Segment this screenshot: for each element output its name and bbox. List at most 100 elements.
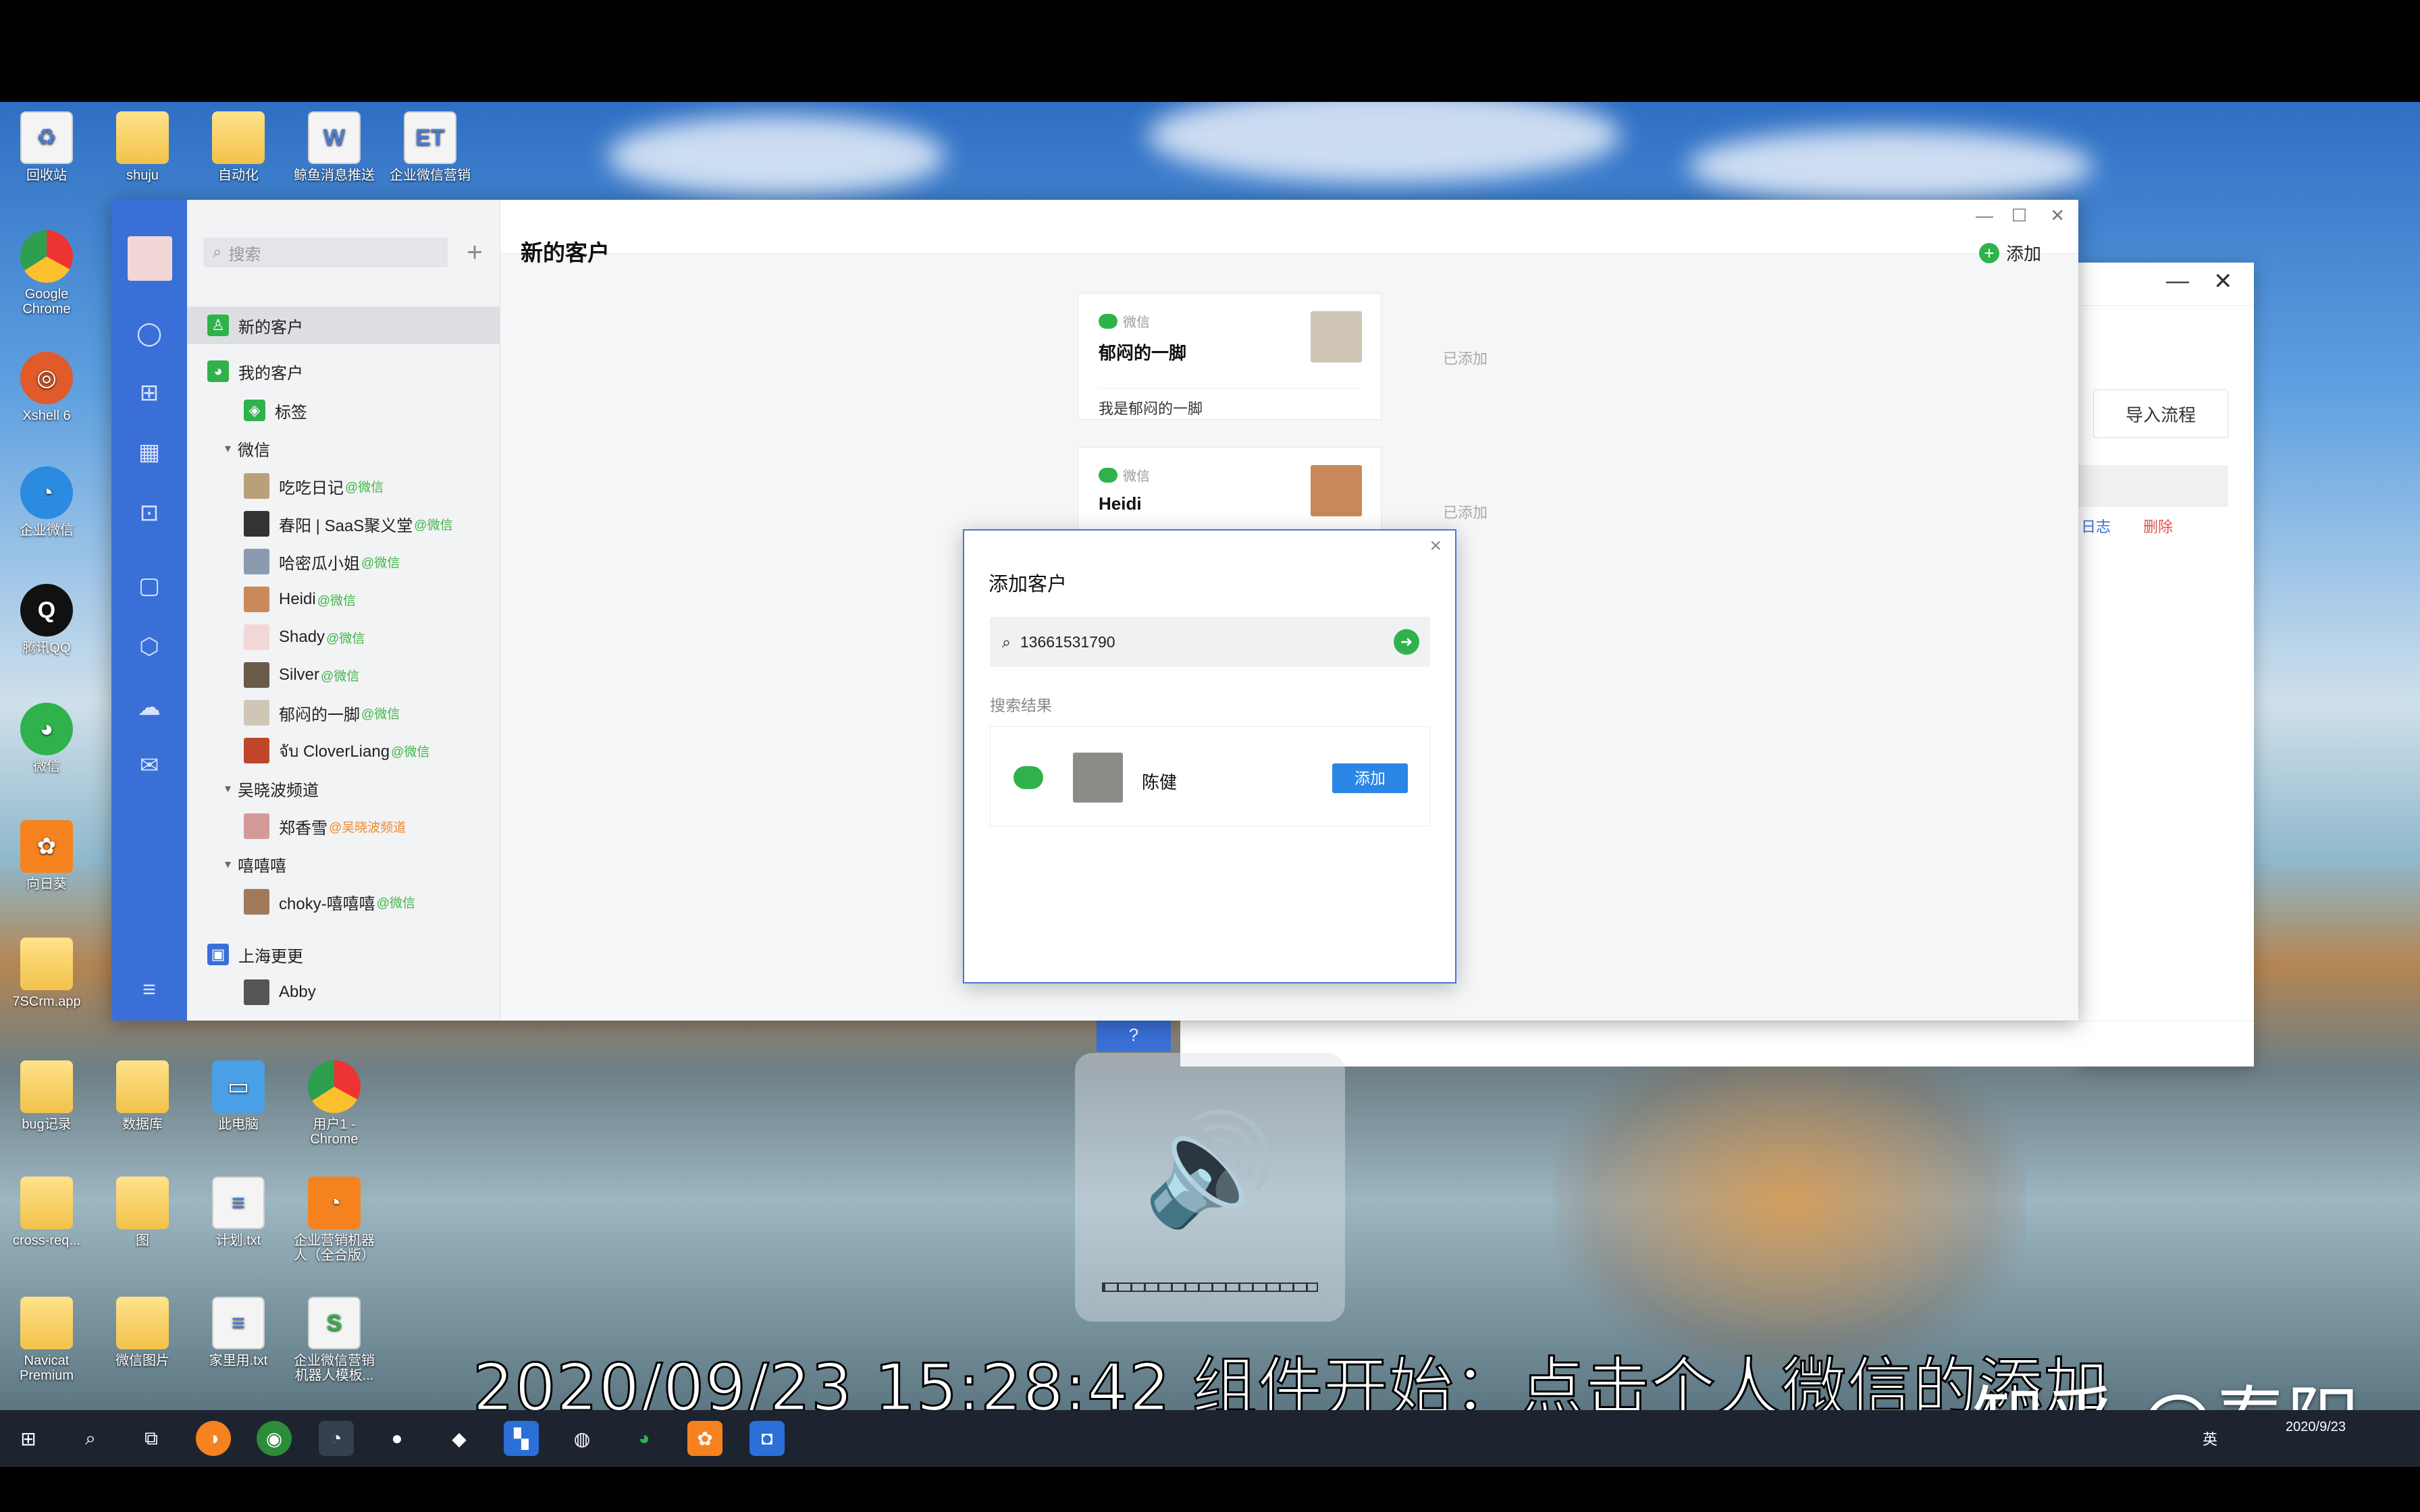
desktop-icon-chrome-user1[interactable]: 用户1 - Chrome <box>290 1060 378 1147</box>
desktop-icon-et-doc[interactable]: ET 企业微信营销 <box>386 111 474 183</box>
docs-icon[interactable]: ▢ <box>134 571 164 601</box>
desktop-icon-navicat[interactable]: Navicat Premium <box>3 1297 90 1383</box>
search-icon: ⌕ <box>1002 632 1011 651</box>
desktop-icon-bug-log[interactable]: bug记录 <box>3 1060 90 1132</box>
group-header-xi[interactable]: ▾ 嘻嘻嘻 <box>187 845 500 883</box>
app-icon[interactable]: ◉ <box>257 1421 292 1456</box>
delete-link[interactable]: 删除 <box>2143 515 2173 537</box>
cloud <box>608 115 945 196</box>
contact-row[interactable]: Silver @微信 <box>187 656 500 694</box>
contact-row[interactable]: จับ CloverLiang @微信 <box>187 732 500 770</box>
app-icon[interactable]: ◑ <box>196 1421 231 1456</box>
contact-source-tag: @微信 <box>391 745 430 759</box>
word-document-icon: W <box>308 111 361 164</box>
desktop-icon-label: bug记录 <box>22 1117 72 1132</box>
chat-icon[interactable]: ◯ <box>134 319 164 348</box>
wecom-taskbar-icon[interactable]: ◔ <box>319 1421 354 1456</box>
desktop-icon-bot-template[interactable]: S 企业微信营销机器人模板... <box>290 1297 378 1383</box>
desktop-icon-shuju[interactable]: shuju <box>99 111 186 183</box>
sidebar-item-tags[interactable]: ◈ 标签 <box>187 392 500 429</box>
help-button[interactable]: ? <box>1097 1018 1171 1052</box>
menu-icon[interactable]: ≡ <box>134 975 164 1004</box>
sunlogin-taskbar-icon[interactable]: ✿ <box>687 1421 722 1456</box>
desktop-icon-word-doc[interactable]: W 鲸鱼消息推送 <box>290 111 378 183</box>
calendar-icon[interactable]: ▦ <box>134 437 164 467</box>
ime-indicator[interactable]: 英 <box>2203 1428 2217 1449</box>
add-customer-button[interactable]: + 添加 <box>1978 240 2041 265</box>
app-icon[interactable]: ◆ <box>442 1421 477 1456</box>
maximize-icon[interactable]: ☐ <box>2011 205 2027 226</box>
clock[interactable]: 2020/9/23 <box>2286 1417 2346 1437</box>
contact-avatar <box>244 662 269 688</box>
desktop-icon-database[interactable]: 数据库 <box>99 1060 186 1132</box>
add-icon[interactable]: + <box>460 238 490 267</box>
search-value: 13661531790 <box>1020 632 1115 651</box>
apps-icon[interactable]: ⊡ <box>134 498 164 528</box>
desktop-icon-qq[interactable]: Q 腾讯QQ <box>3 584 90 655</box>
phone-search-input[interactable]: ⌕ 13661531790 ➜ <box>990 617 1430 667</box>
desktop-icon-chrome[interactable]: Google Chrome <box>3 230 90 317</box>
import-process-button[interactable]: 导入流程 <box>2093 389 2228 438</box>
contact-row[interactable]: 吃吃日记 @微信 <box>187 467 500 505</box>
desktop-icon-home-txt[interactable]: ≡ 家里用.txt <box>194 1297 282 1368</box>
desktop-icon-7scrm[interactable]: 7SCrm.app <box>3 938 90 1009</box>
desktop-icon-label: 计划.txt <box>215 1233 261 1248</box>
group-label: 微信 <box>238 441 271 460</box>
search-icon[interactable]: ⌕ <box>73 1421 108 1456</box>
desktop-icon-automation[interactable]: 自动化 <box>194 111 282 183</box>
log-link[interactable]: 日志 <box>2081 515 2111 537</box>
app-icon[interactable]: ◘ <box>749 1421 785 1456</box>
volume-overlay: 🔊 <box>1075 1053 1345 1322</box>
contact-row[interactable]: 郑香雪 @吴晓波频道 <box>187 807 500 845</box>
contact-row[interactable]: 春阳 | SaaS聚义堂 @微信 <box>187 505 500 543</box>
desktop-icon-recycle-bin[interactable]: ♻ 回收站 <box>3 111 90 183</box>
windows-start-icon[interactable]: ⊞ <box>11 1421 46 1456</box>
desktop-icon-sunlogin[interactable]: ✿ 向日葵 <box>3 820 90 892</box>
customer-card[interactable]: 微信 Heidi <box>1078 447 1382 541</box>
card-name: 郁闷的一脚 <box>1099 343 1187 363</box>
cloud <box>1148 102 1621 183</box>
workbench-icon[interactable]: ⬡ <box>134 632 164 662</box>
cloud-drive-icon[interactable]: ☁ <box>134 693 164 722</box>
sidebar-item-shanghai[interactable]: ▣ 上海更更 <box>187 936 500 973</box>
clock-date: 2020/9/23 <box>2286 1420 2346 1434</box>
close-icon[interactable]: ✕ <box>2050 205 2065 226</box>
desktop-icon-pictures[interactable]: 图 <box>99 1177 186 1248</box>
cloud <box>1688 129 2093 203</box>
sidebar-item-my-customers[interactable]: ◕ 我的客户 <box>187 352 500 390</box>
mail-icon[interactable]: ✉ <box>134 751 164 780</box>
search-submit-icon[interactable]: ➜ <box>1394 629 1419 655</box>
group-header-wechat[interactable]: ▾ 微信 <box>187 429 500 467</box>
contact-row[interactable]: Abby <box>187 973 500 1011</box>
contact-row[interactable]: Heidi @微信 <box>187 580 500 618</box>
contact-row[interactable]: 郁闷的一脚 @微信 <box>187 694 500 732</box>
close-icon[interactable]: × <box>1429 535 1442 558</box>
contact-row[interactable]: choky-嘻嘻嘻 @微信 <box>187 883 500 921</box>
sidebar-item-new-customers[interactable]: ♙ 新的客户 <box>187 306 500 344</box>
task-view-icon[interactable]: ⧉ <box>134 1421 169 1456</box>
caret-down-icon: ▾ <box>225 441 232 455</box>
contact-row[interactable]: Shady @微信 <box>187 618 500 656</box>
app-icon[interactable]: ◍ <box>564 1421 600 1456</box>
group-header-wu[interactable]: ▾ 吴晓波频道 <box>187 770 500 807</box>
search-input[interactable]: ⌕ 搜索 <box>203 238 448 267</box>
add-result-button[interactable]: 添加 <box>1332 763 1408 793</box>
minimize-icon[interactable]: — <box>2166 268 2189 294</box>
chrome-taskbar-icon[interactable]: ● <box>379 1421 415 1456</box>
desktop-icon-marketing-bot[interactable]: ◔ 企业营销机器人（全合版） <box>290 1177 378 1263</box>
avatar[interactable] <box>128 236 172 281</box>
app-icon[interactable]: ▚ <box>504 1421 539 1456</box>
minimize-icon[interactable]: — <box>1976 205 1993 226</box>
desktop-icon-plan-txt[interactable]: ≡ 计划.txt <box>194 1177 282 1248</box>
desktop-icon-this-pc[interactable]: ▭ 此电脑 <box>194 1060 282 1132</box>
desktop-icon-wecom[interactable]: ◔ 企业微信 <box>3 466 90 538</box>
wechat-taskbar-icon[interactable]: ◕ <box>627 1421 662 1456</box>
close-icon[interactable]: ✕ <box>2213 268 2233 295</box>
desktop-icon-wechat-images[interactable]: 微信图片 <box>99 1297 186 1368</box>
desktop-icon-cross-req[interactable]: cross-req... <box>3 1177 90 1248</box>
org-chart-icon[interactable]: ⊞ <box>134 378 164 408</box>
customer-card[interactable]: 微信 郁闷的一脚 我是郁闷的一脚 <box>1078 293 1382 420</box>
desktop-icon-wechat[interactable]: ◕ 微信 <box>3 703 90 774</box>
desktop-icon-xshell[interactable]: ◎ Xshell 6 <box>3 352 90 423</box>
contact-row[interactable]: 哈密瓜小姐 @微信 <box>187 543 500 580</box>
